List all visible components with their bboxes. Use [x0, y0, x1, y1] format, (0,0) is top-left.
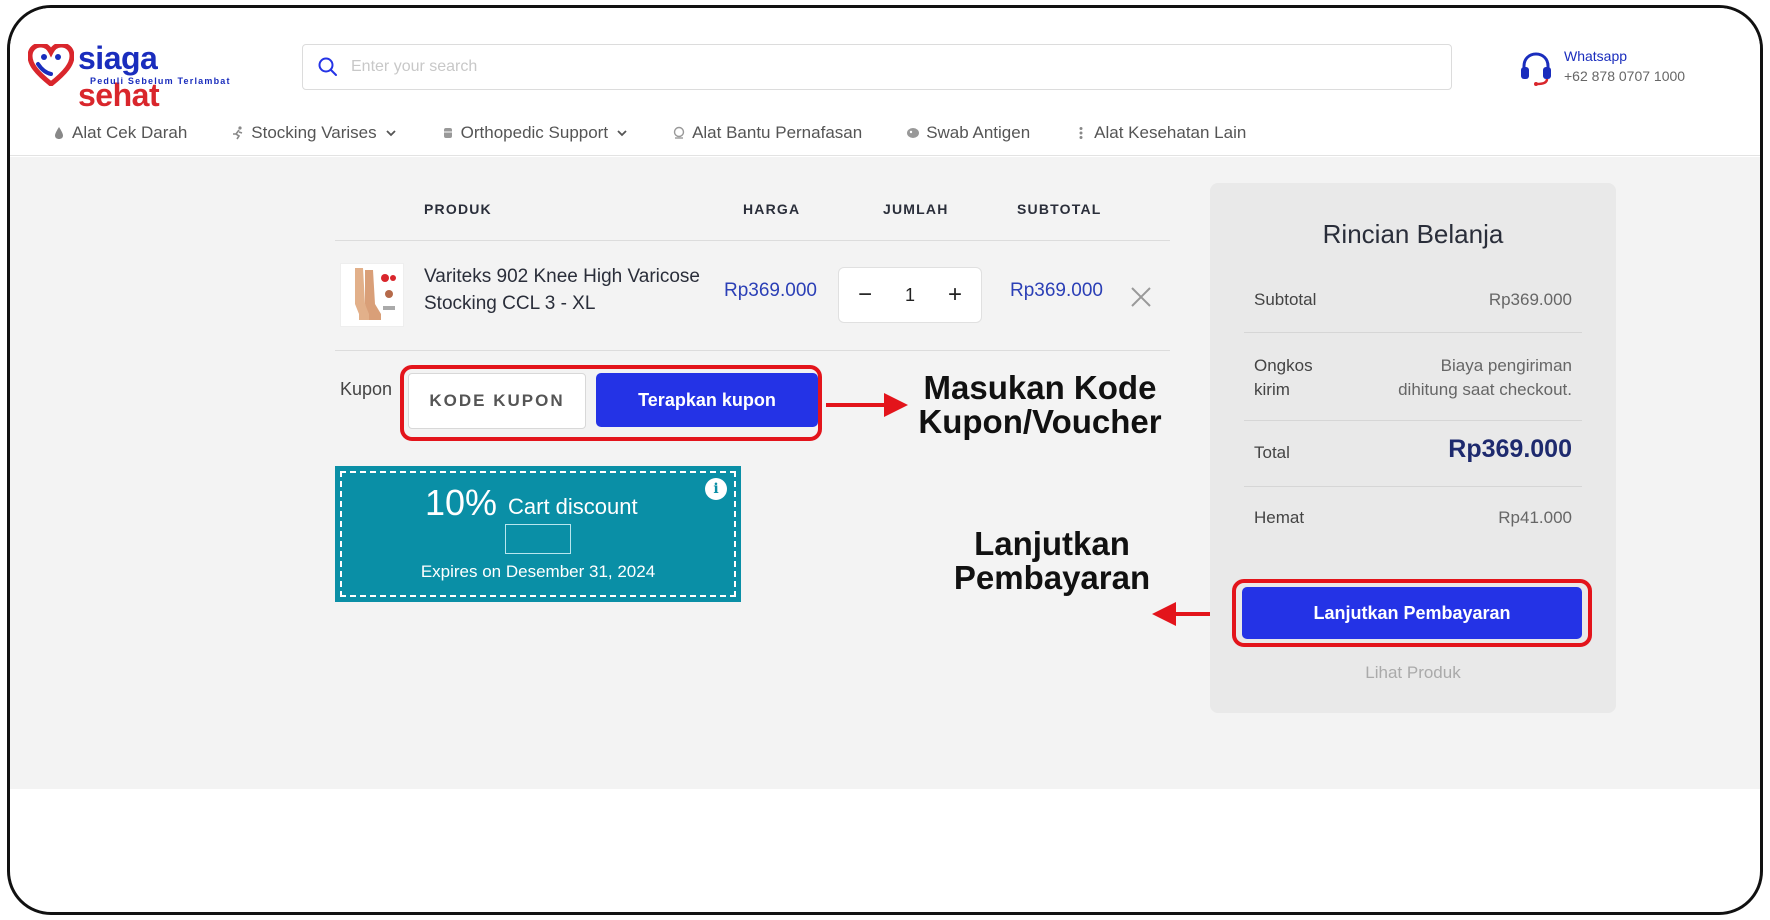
product-name[interactable]: Variteks 902 Knee High Varicose Stocking…: [424, 263, 704, 317]
summary-subtotal-label: Subtotal: [1254, 290, 1317, 309]
coupon-code-input[interactable]: [408, 373, 586, 429]
dots-icon: [1079, 127, 1083, 139]
summary-row-total: Total Rp369.000: [1244, 435, 1582, 481]
arrow-right-icon: [884, 393, 908, 417]
column-header-price: HARGA: [743, 201, 801, 217]
info-icon[interactable]: i: [705, 478, 727, 500]
summary-saving-value: Rp41.000: [1498, 508, 1572, 527]
annotation-arrow-coupon: [826, 403, 892, 407]
nav-label: Swab Antigen: [926, 123, 1031, 142]
logo-word-siaga: siaga: [78, 40, 158, 76]
coupon-percent: 10%: [425, 482, 498, 523]
category-nav: Alat Cek Darah Stocking Varises Orthoped…: [52, 118, 1290, 148]
stocking-image-icon: [355, 268, 396, 320]
site-header: siaga sehat Peduli Sebelum Terlambat Wha…: [10, 8, 1760, 156]
summary-shipping-label: Ongkos kirim: [1254, 354, 1313, 402]
coupon-label: Kupon: [340, 379, 393, 399]
nav-label: Orthopedic Support: [460, 123, 609, 142]
coupon-code-box: [505, 524, 571, 554]
nav-label: Alat Cek Darah: [72, 123, 188, 142]
discount-coupon-card[interactable]: 10% Cart discount Expires on Desember 31…: [335, 466, 741, 602]
blood-drop-icon: [55, 127, 63, 139]
quantity-stepper: − 1 +: [838, 267, 982, 323]
nav-item-swab-antigen[interactable]: Swab Antigen: [906, 123, 1030, 143]
annotation-payment: Lanjutkan Pembayaran: [940, 527, 1164, 595]
annotation-coupon-line2: Kupon/Voucher: [918, 403, 1162, 440]
summary-title: Rincian Belanja: [1322, 219, 1504, 249]
view-products-link[interactable]: Lihat Produk: [1210, 663, 1616, 683]
search-input[interactable]: [351, 45, 1451, 89]
swab-icon: [907, 128, 920, 138]
order-summary-panel: Rincian Belanja Subtotal Rp369.000 Ongko…: [1210, 183, 1616, 713]
annotation-coupon: Masukan Kode Kupon/Voucher: [908, 371, 1172, 439]
divider: [335, 240, 1170, 241]
summary-total-label: Total: [1254, 443, 1290, 462]
quantity-increase-button[interactable]: +: [941, 283, 969, 307]
annotation-payment-line1: Lanjutkan: [974, 525, 1130, 562]
summary-saving-label: Hemat: [1254, 508, 1305, 527]
nav-label: Stocking Varises: [251, 123, 377, 142]
quantity-value[interactable]: 1: [905, 285, 915, 306]
summary-subtotal-value: Rp369.000: [1488, 290, 1572, 309]
screenshot-frame: siaga sehat Peduli Sebelum Terlambat Wha…: [7, 5, 1763, 915]
nav-item-alat-kesehatan-lain[interactable]: Alat Kesehatan Lain: [1074, 123, 1246, 143]
search-bar: [302, 44, 1452, 90]
divider: [335, 350, 1170, 351]
search-icon: [318, 57, 337, 76]
product-thumbnail[interactable]: [340, 263, 404, 327]
summary-shipping-value-line2: dihitung saat checkout.: [1398, 380, 1572, 399]
summary-shipping-value: Biaya pengiriman dihitung saat checkout.: [1398, 354, 1572, 402]
coupon-title: Cart discount: [508, 494, 638, 519]
runner-icon: [233, 126, 243, 140]
mask-icon: [673, 126, 685, 139]
annotation-payment-line2: Pembayaran: [953, 559, 1151, 596]
heart-logo-icon: [28, 44, 74, 86]
apply-coupon-button[interactable]: Terapkan kupon: [596, 373, 818, 427]
nav-item-stocking-varises[interactable]: Stocking Varises: [231, 123, 396, 143]
cart-page: PRODUK HARGA JUMLAH SUBTOTAL Variteks 90…: [10, 157, 1760, 789]
divider: [1244, 420, 1582, 421]
whatsapp-contact[interactable]: Whatsapp +62 878 0707 1000: [1518, 44, 1718, 94]
nav-item-orthopedic-support[interactable]: Orthopedic Support: [441, 123, 628, 143]
brace-icon: [443, 128, 452, 138]
continue-payment-button[interactable]: Lanjutkan Pembayaran: [1242, 587, 1582, 639]
chevron-down-icon: [386, 130, 396, 137]
summary-shipping-value-line1: Biaya pengiriman: [1440, 356, 1572, 375]
whatsapp-number: +62 878 0707 1000: [1564, 68, 1686, 84]
nav-label: Alat Bantu Pernafasan: [692, 123, 863, 142]
summary-shipping-label-line2: kirim: [1254, 380, 1290, 399]
summary-total-value: Rp369.000: [1448, 435, 1572, 463]
divider: [1244, 332, 1582, 333]
column-header-subtotal: SUBTOTAL: [1017, 201, 1102, 217]
coupon-expiry: Expires on Desember 31, 2024: [420, 562, 656, 581]
logo-tagline: Peduli Sebelum Terlambat: [90, 76, 231, 86]
site-logo[interactable]: siaga sehat Peduli Sebelum Terlambat: [28, 40, 238, 113]
chevron-down-icon: [617, 130, 627, 137]
product-price: Rp369.000: [724, 280, 817, 301]
column-header-quantity: JUMLAH: [883, 201, 949, 217]
headset-icon: [1521, 52, 1551, 86]
close-icon[interactable]: [1128, 284, 1154, 310]
divider: [1244, 486, 1582, 487]
quantity-decrease-button[interactable]: −: [851, 283, 879, 307]
nav-item-alat-bantu-pernafasan[interactable]: Alat Bantu Pernafasan: [672, 123, 862, 143]
nav-label: Alat Kesehatan Lain: [1094, 123, 1247, 142]
summary-shipping-label-line1: Ongkos: [1254, 356, 1313, 375]
product-subtotal: Rp369.000: [1010, 280, 1103, 301]
nav-item-alat-cek-darah[interactable]: Alat Cek Darah: [52, 123, 187, 143]
annotation-coupon-line1: Masukan Kode: [923, 369, 1157, 406]
whatsapp-label: Whatsapp: [1564, 48, 1628, 64]
column-header-product: PRODUK: [424, 201, 492, 217]
